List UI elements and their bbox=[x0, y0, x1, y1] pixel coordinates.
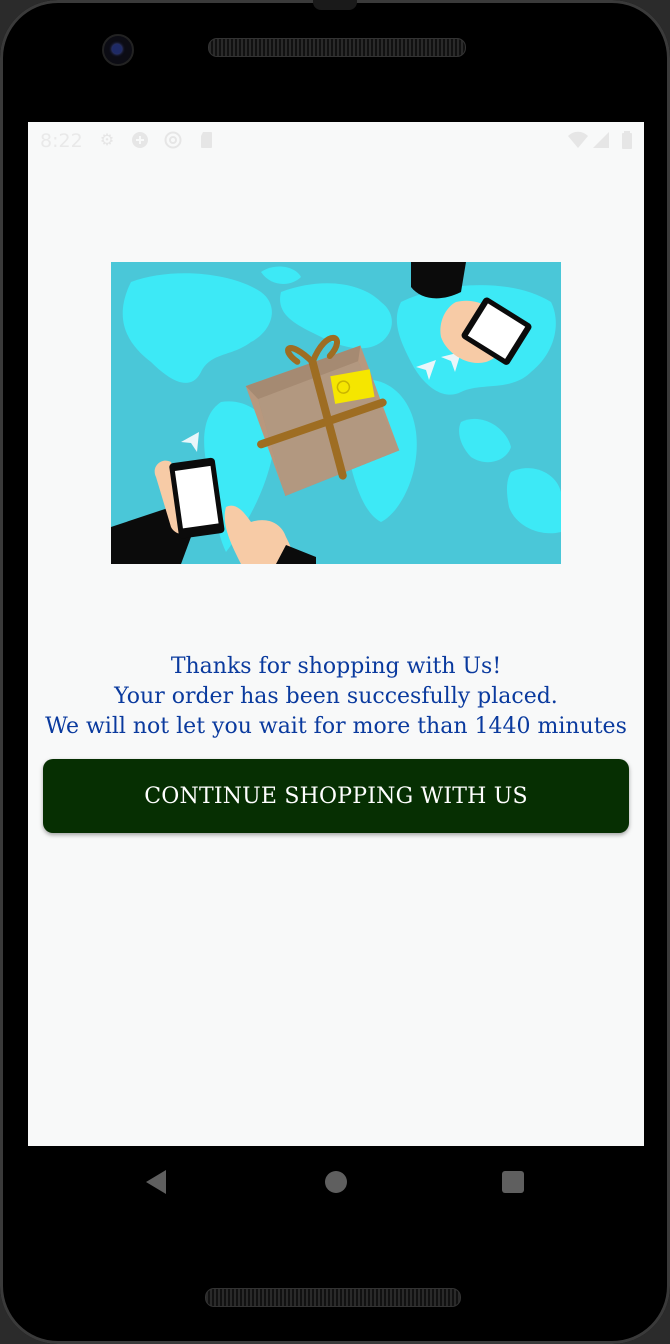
front-camera bbox=[102, 34, 134, 66]
battery-icon bbox=[618, 131, 636, 149]
phone-frame: 8:22 ⚙ Thanks for shopping with Us! Your… bbox=[0, 0, 670, 1344]
wifi-icon bbox=[568, 131, 588, 149]
bottom-speaker bbox=[205, 1288, 461, 1307]
thanks-line: Thanks for shopping with Us! bbox=[170, 654, 502, 679]
shield-plus-icon bbox=[131, 131, 149, 149]
home-icon[interactable] bbox=[325, 1171, 347, 1193]
recents-icon[interactable] bbox=[502, 1171, 524, 1193]
earpiece-speaker bbox=[208, 38, 466, 57]
at-sign-icon bbox=[164, 131, 182, 149]
top-notch bbox=[313, 0, 357, 10]
cellular-signal-icon bbox=[592, 131, 610, 149]
gear-icon: ⚙ bbox=[99, 130, 115, 149]
system-navigation-bar bbox=[0, 1148, 670, 1218]
order-confirmation-message: Thanks for shopping with Us! Your order … bbox=[28, 652, 644, 742]
sd-card-icon bbox=[198, 131, 216, 149]
order-placed-line: Your order has been succesfully placed. bbox=[114, 684, 558, 709]
wait-time-line: We will not let you wait for more than 1… bbox=[45, 714, 627, 739]
status-bar: 8:22 ⚙ bbox=[28, 122, 644, 158]
back-icon[interactable] bbox=[146, 1170, 166, 1194]
status-time: 8:22 bbox=[40, 130, 83, 152]
continue-shopping-button[interactable]: CONTINUE SHOPPING WITH US bbox=[43, 759, 629, 833]
parcel-delivery-illustration bbox=[111, 262, 561, 564]
app-screen: 8:22 ⚙ Thanks for shopping with Us! Your… bbox=[28, 122, 644, 1146]
